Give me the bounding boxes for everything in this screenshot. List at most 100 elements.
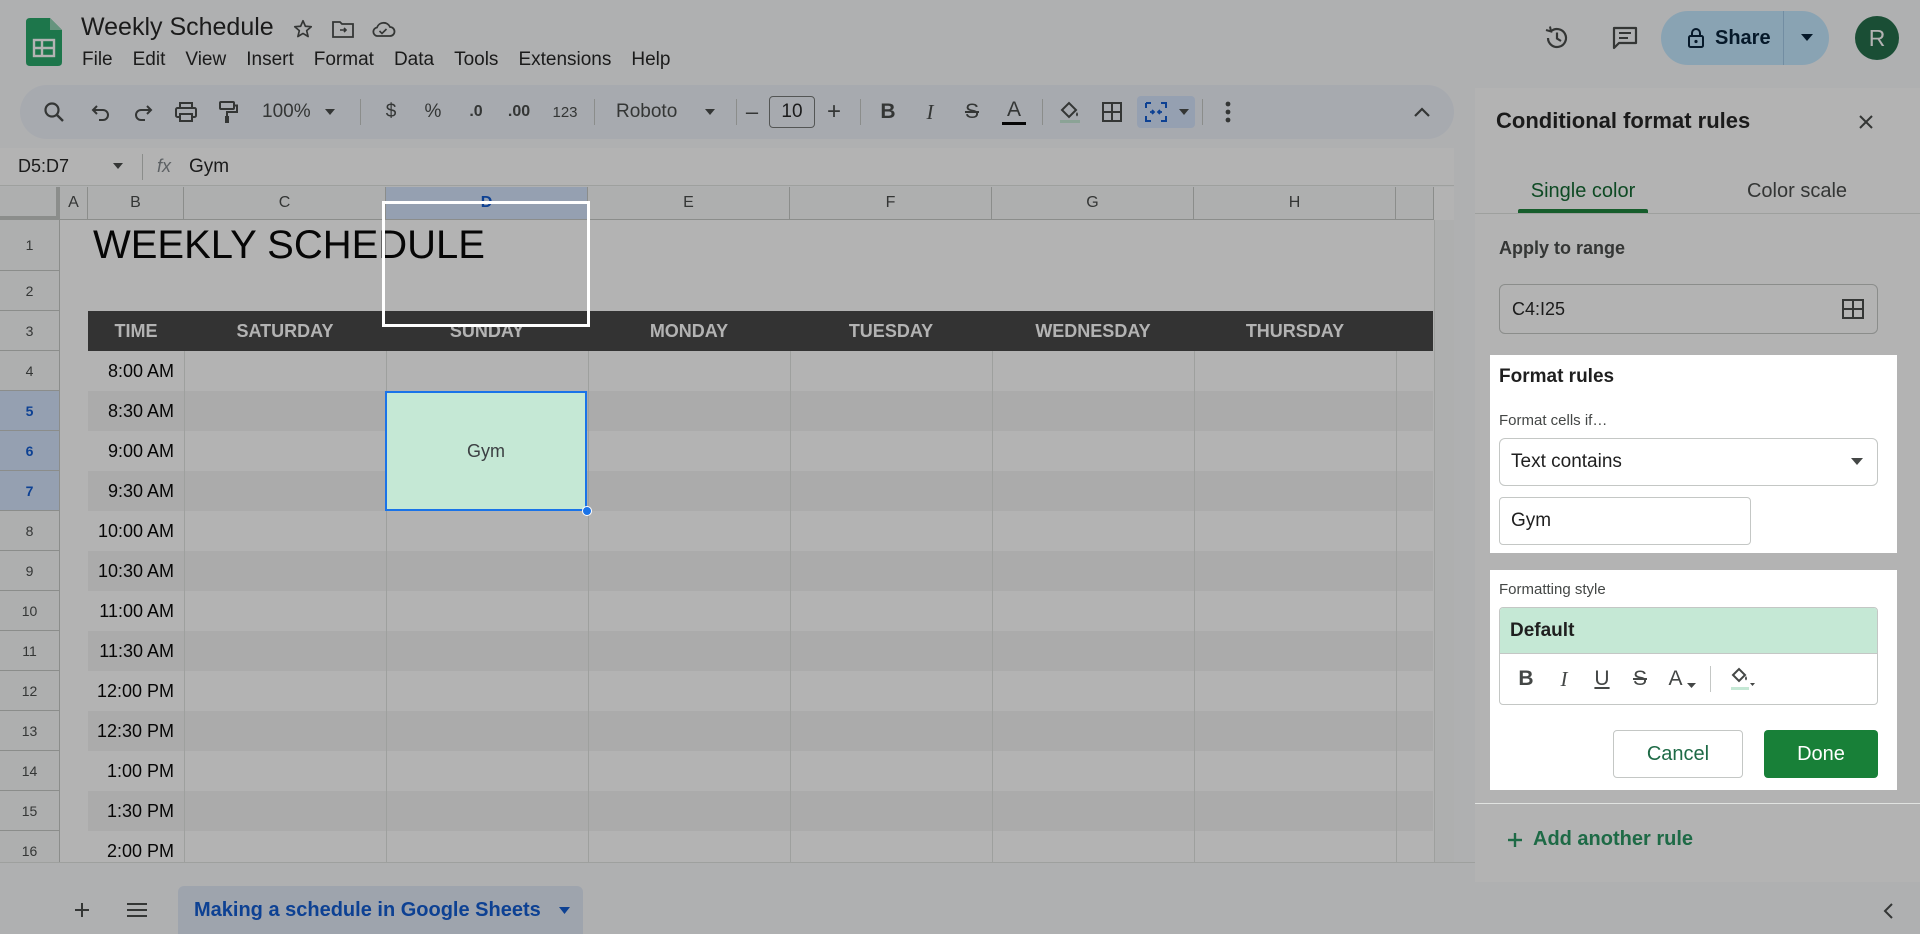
row-header-16[interactable]: 16 xyxy=(0,831,60,862)
name-box-dropdown-icon[interactable] xyxy=(113,163,123,169)
time-cell[interactable]: 2:00 PM xyxy=(88,831,184,862)
style-italic-button[interactable]: I xyxy=(1548,663,1580,695)
time-cell[interactable]: 10:00 AM xyxy=(88,511,184,551)
decrease-decimal-button[interactable]: .0 xyxy=(456,85,496,139)
paint-format-icon[interactable] xyxy=(208,85,248,139)
condition-select[interactable]: Text contains xyxy=(1499,438,1878,486)
style-underline-button[interactable]: U xyxy=(1586,663,1618,695)
search-menus-icon[interactable] xyxy=(34,85,74,139)
time-cell[interactable]: 11:00 AM xyxy=(88,591,184,631)
row-header-1[interactable]: 1 xyxy=(0,220,60,271)
row-header-5[interactable]: 5 xyxy=(0,391,60,431)
menu-data[interactable]: Data xyxy=(384,46,444,74)
avatar[interactable]: R xyxy=(1855,16,1899,60)
done-button[interactable]: Done xyxy=(1764,730,1878,778)
time-cell[interactable]: 1:30 PM xyxy=(88,791,184,831)
row-header-6[interactable]: 6 xyxy=(0,431,60,471)
row-header-2[interactable]: 2 xyxy=(0,271,60,311)
select-all-corner[interactable] xyxy=(0,187,60,220)
share-main[interactable]: Share xyxy=(1661,11,1783,65)
formula-input[interactable]: Gym xyxy=(189,156,229,178)
style-fill-color-icon[interactable] xyxy=(1719,663,1765,695)
menu-insert[interactable]: Insert xyxy=(236,46,304,74)
time-cell[interactable]: 12:30 PM xyxy=(88,711,184,751)
style-bold-button[interactable]: B xyxy=(1510,663,1542,695)
version-history-icon[interactable] xyxy=(1537,18,1577,58)
star-icon[interactable] xyxy=(290,16,316,42)
menu-edit[interactable]: Edit xyxy=(123,46,176,74)
sheet-tab-active[interactable]: Making a schedule in Google Sheets xyxy=(178,886,583,934)
time-cell[interactable]: 8:00 AM xyxy=(88,351,184,391)
add-another-rule-button[interactable]: Add another rule xyxy=(1507,828,1693,851)
time-cell[interactable]: 9:00 AM xyxy=(88,431,184,471)
cancel-button[interactable]: Cancel xyxy=(1613,730,1743,778)
merge-cells-icon[interactable] xyxy=(1138,85,1174,139)
collapse-panel-chevron-icon[interactable] xyxy=(1878,900,1898,922)
percent-format-button[interactable]: % xyxy=(414,85,452,139)
vertical-scrollbar[interactable] xyxy=(1434,220,1454,862)
increase-font-size-button[interactable]: + xyxy=(818,85,850,139)
all-sheets-icon[interactable] xyxy=(124,898,150,922)
fill-color-icon[interactable] xyxy=(1050,85,1090,139)
range-input[interactable]: C4:I25 xyxy=(1499,284,1878,334)
row-header-4[interactable]: 4 xyxy=(0,351,60,391)
font-size-input[interactable]: 10 xyxy=(769,96,815,128)
menu-tools[interactable]: Tools xyxy=(444,46,508,74)
row-header-15[interactable]: 15 xyxy=(0,791,60,831)
menu-extensions[interactable]: Extensions xyxy=(508,46,621,74)
header-wednesday[interactable]: WEDNESDAY xyxy=(992,311,1194,351)
row-header-11[interactable]: 11 xyxy=(0,631,60,671)
cloud-status-icon[interactable] xyxy=(370,16,396,42)
row-header-3[interactable]: 3 xyxy=(0,311,60,351)
zoom-select[interactable]: 100% xyxy=(252,85,340,139)
move-folder-icon[interactable] xyxy=(330,16,356,42)
row-header-13[interactable]: 13 xyxy=(0,711,60,751)
sheets-logo-icon[interactable] xyxy=(26,18,62,66)
row-header-7[interactable]: 7 xyxy=(0,471,60,511)
time-cell[interactable]: 11:30 AM xyxy=(88,631,184,671)
menu-view[interactable]: View xyxy=(175,46,236,74)
spreadsheet-grid[interactable]: A B C D E F G H 1 2 3 4 5 6 7 8 9 10 11 … xyxy=(0,187,1454,862)
bold-button[interactable]: B xyxy=(868,85,908,139)
row-header-12[interactable]: 12 xyxy=(0,671,60,711)
add-sheet-icon[interactable] xyxy=(70,898,94,922)
print-icon[interactable] xyxy=(166,85,206,139)
header-saturday[interactable]: SATURDAY xyxy=(184,311,386,351)
redo-icon[interactable] xyxy=(124,85,162,139)
share-button[interactable]: Share xyxy=(1661,11,1829,65)
close-panel-icon[interactable] xyxy=(1852,108,1880,136)
comments-icon[interactable] xyxy=(1605,18,1645,58)
column-header-b[interactable]: B xyxy=(88,187,184,220)
time-cell[interactable]: 1:00 PM xyxy=(88,751,184,791)
currency-format-button[interactable]: $ xyxy=(372,85,410,139)
style-strikethrough-button[interactable]: S xyxy=(1624,663,1656,695)
menu-help[interactable]: Help xyxy=(621,46,680,74)
gym-cell[interactable]: Gym xyxy=(385,391,587,511)
decrease-font-size-button[interactable]: – xyxy=(738,85,766,139)
number-format-button[interactable]: 123 xyxy=(544,85,586,139)
time-cell[interactable]: 9:30 AM xyxy=(88,471,184,511)
tab-color-scale[interactable]: Color scale xyxy=(1737,180,1857,203)
time-cell[interactable]: 10:30 AM xyxy=(88,551,184,591)
column-header-a[interactable]: A xyxy=(60,187,88,220)
column-header-i-partial[interactable] xyxy=(1396,187,1434,220)
row-header-9[interactable]: 9 xyxy=(0,551,60,591)
style-text-color-button[interactable]: A xyxy=(1662,663,1702,695)
name-box[interactable]: D5:D7 xyxy=(18,156,69,177)
header-thursday[interactable]: THURSDAY xyxy=(1194,311,1396,351)
row-header-14[interactable]: 14 xyxy=(0,751,60,791)
italic-button[interactable]: I xyxy=(910,85,950,139)
style-preview[interactable]: Default xyxy=(1500,608,1877,654)
header-time[interactable]: TIME xyxy=(88,311,184,351)
header-monday[interactable]: MONDAY xyxy=(588,311,790,351)
merge-dropdown-icon[interactable] xyxy=(1174,85,1194,139)
undo-icon[interactable] xyxy=(82,85,120,139)
borders-icon[interactable] xyxy=(1092,85,1132,139)
select-range-grid-icon[interactable] xyxy=(1841,297,1865,321)
share-dropdown-icon[interactable] xyxy=(1784,11,1829,65)
time-cell[interactable]: 8:30 AM xyxy=(88,391,184,431)
header-tuesday[interactable]: TUESDAY xyxy=(790,311,992,351)
row-header-10[interactable]: 10 xyxy=(0,591,60,631)
document-title[interactable]: Weekly Schedule xyxy=(81,13,274,42)
font-family-select[interactable]: Roboto xyxy=(606,85,730,139)
